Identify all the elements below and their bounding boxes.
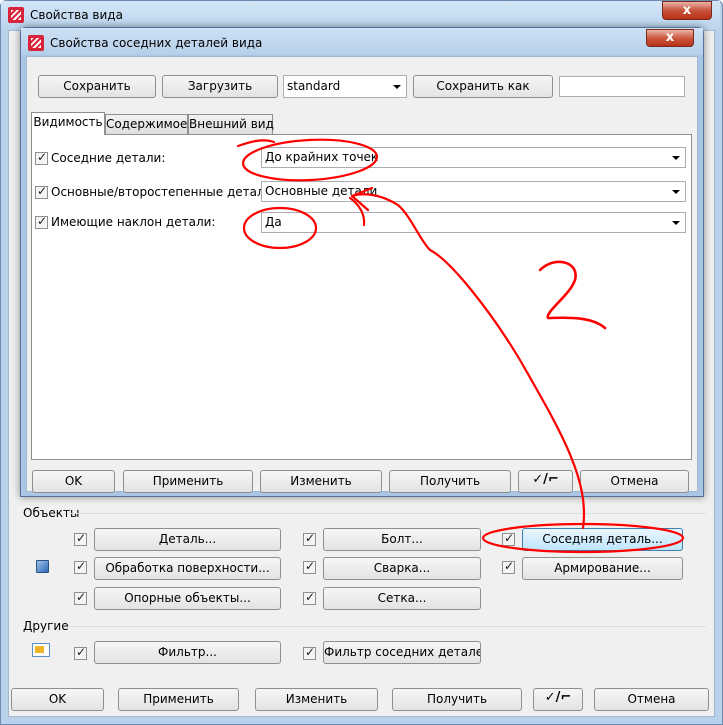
preset-select[interactable]: standard: [283, 75, 407, 98]
inner-modify-button[interactable]: Изменить: [260, 470, 382, 493]
chevron-down-icon: [393, 85, 401, 89]
outer-toggle-all-button[interactable]: ✓/⌐: [533, 688, 583, 711]
inner-apply-button[interactable]: Применить: [123, 470, 253, 493]
inner-dialog-title: Свойства соседних деталей вида: [50, 36, 263, 50]
neighbor-filter-button[interactable]: Фильтр соседних деталей...: [323, 641, 481, 664]
filter-button[interactable]: Фильтр...: [94, 641, 281, 664]
app-icon: [8, 7, 24, 23]
load-button[interactable]: Загрузить: [162, 75, 278, 98]
surface-checkbox[interactable]: [74, 559, 87, 574]
part-checkbox[interactable]: [74, 531, 87, 546]
neighbor-parts-label: Соседние детали:: [51, 151, 166, 165]
save-as-name-input[interactable]: [559, 76, 685, 97]
tab-content[interactable]: Содержимое: [105, 114, 188, 135]
chevron-down-icon: [672, 221, 680, 225]
reinforcement-checkbox[interactable]: [502, 559, 515, 574]
main-secondary-value: Основные детали: [265, 184, 378, 198]
inclined-parts-select[interactable]: Да: [261, 212, 686, 233]
outer-get-button[interactable]: Получить: [392, 688, 522, 711]
outer-ok-button[interactable]: OK: [11, 688, 104, 711]
part-cube-icon: [36, 560, 49, 573]
neighbor-part-checkbox[interactable]: [502, 531, 515, 546]
others-group-title: Другие: [23, 619, 69, 633]
inner-ok-button[interactable]: OK: [32, 470, 115, 493]
others-divider: [68, 626, 706, 627]
filter-checkbox[interactable]: [74, 645, 87, 660]
chevron-down-icon: [672, 156, 680, 160]
objects-divider: [70, 513, 706, 514]
bolt-checkbox[interactable]: [303, 531, 316, 546]
outer-cancel-button[interactable]: Отмена: [594, 688, 709, 711]
chevron-down-icon: [672, 190, 680, 194]
outer-apply-button[interactable]: Применить: [118, 688, 239, 711]
close-icon: x: [665, 30, 675, 45]
inclined-parts-label: Имеющие наклон детали:: [51, 215, 216, 229]
neighbor-part-button[interactable]: Соседняя деталь...: [522, 528, 683, 551]
filter-window-icon: [32, 643, 50, 657]
reference-checkbox[interactable]: [74, 590, 87, 605]
outer-close-button[interactable]: x: [662, 1, 712, 20]
bolt-button[interactable]: Болт...: [323, 528, 481, 551]
part-button[interactable]: Деталь...: [94, 528, 281, 551]
outer-modify-button[interactable]: Изменить: [255, 688, 378, 711]
main-secondary-label: Основные/второстепенные детали:: [51, 185, 277, 199]
tab-visibility[interactable]: Видимость: [31, 112, 105, 135]
inner-toggle-all-button[interactable]: ✓/⌐: [518, 470, 573, 493]
grid-button[interactable]: Сетка...: [323, 587, 481, 610]
inclined-parts-checkbox[interactable]: [35, 214, 48, 229]
close-icon: x: [682, 3, 692, 18]
weld-button[interactable]: Сварка...: [323, 557, 481, 580]
neighbor-parts-select[interactable]: До крайних точек: [261, 147, 686, 168]
inner-cancel-button[interactable]: Отмена: [580, 470, 689, 493]
neighbor-parts-checkbox[interactable]: [35, 150, 48, 165]
inner-app-icon: [28, 35, 44, 51]
reference-objects-button[interactable]: Опорные объекты...: [94, 587, 281, 610]
inner-close-button[interactable]: x: [646, 29, 694, 47]
outer-window-title: Свойства вида: [30, 8, 123, 22]
surface-treatment-button[interactable]: Обработка поверхности...: [94, 557, 281, 580]
neighbor-parts-value: До крайних точек: [265, 150, 379, 164]
reinforcement-button[interactable]: Армирование...: [522, 557, 683, 580]
main-secondary-checkbox[interactable]: [35, 184, 48, 199]
inner-get-button[interactable]: Получить: [389, 470, 511, 493]
neighbor-filter-checkbox[interactable]: [303, 645, 316, 660]
tab-appearance[interactable]: Внешний вид: [188, 114, 274, 135]
inclined-parts-value: Да: [265, 215, 282, 229]
weld-checkbox[interactable]: [303, 559, 316, 574]
preset-value: standard: [287, 79, 341, 93]
save-as-button[interactable]: Сохранить как: [413, 75, 553, 98]
save-button[interactable]: Сохранить: [38, 75, 156, 98]
main-secondary-select[interactable]: Основные детали: [261, 181, 686, 202]
grid-checkbox[interactable]: [303, 590, 316, 605]
